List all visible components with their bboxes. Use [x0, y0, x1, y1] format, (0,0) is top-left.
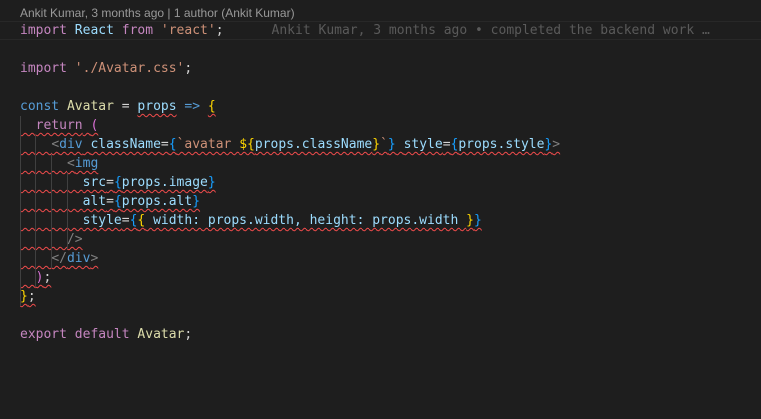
indent-guide: [67, 173, 68, 249]
jsx-brace-open: {: [113, 175, 122, 190]
paren-open: (: [90, 118, 99, 133]
tag-bracket: </: [51, 251, 67, 266]
expr-props-classname: props.className: [254, 137, 373, 152]
jsx-brace-open: {: [168, 137, 177, 152]
inline-blame-annotation[interactable]: Ankit Kumar, 3 months ago • completed th…: [272, 23, 710, 38]
code-line-5: const Avatar = props => {: [20, 97, 761, 116]
string-avatar-css: './Avatar.css': [74, 61, 185, 76]
attr-style: style: [403, 137, 443, 152]
semicolon: ;: [215, 23, 224, 38]
codelens-blame-header[interactable]: Ankit Kumar, 3 months ago | 1 author (An…: [20, 6, 295, 20]
attr-equals: =: [160, 137, 169, 152]
code-line-13: </div>: [20, 249, 761, 268]
jsx-brace-close: }: [207, 175, 216, 190]
code-line-8: <img: [20, 154, 761, 173]
indent-guide: [35, 135, 36, 287]
interpolation-open: ${: [239, 137, 255, 152]
keyword-from: from: [121, 23, 154, 38]
object-brace-close: }: [466, 213, 474, 228]
identifier-react: React: [74, 23, 114, 38]
keyword-return: return: [35, 118, 83, 133]
jsx-brace-close: }: [387, 137, 396, 152]
indent-guide: [51, 154, 52, 268]
code-line-12: />: [20, 230, 761, 249]
attr-equals: =: [106, 194, 114, 209]
attr-classname: className: [90, 137, 161, 152]
semicolon: ;: [184, 61, 193, 76]
arrow-operator: =>: [184, 99, 201, 114]
code-line-10: alt={props.alt}: [20, 192, 761, 211]
code-line-15: };: [20, 287, 761, 306]
jsx-brace-close: }: [473, 213, 482, 228]
code-line-1: import React from 'react'; Ankit Kumar, 3…: [0, 21, 761, 40]
string-react: 'react': [160, 23, 216, 38]
attr-alt: alt: [82, 194, 107, 209]
code-line-9: src={props.image}: [20, 173, 761, 192]
semicolon: ;: [43, 270, 52, 285]
tag-div-close: div: [66, 251, 91, 266]
expr-props-style: props.style: [458, 137, 545, 152]
keyword-export: export: [20, 327, 67, 342]
style-object-content: width: props.width, height: props.width: [145, 213, 467, 228]
interpolation-close: }: [372, 137, 381, 152]
tag-div: div: [59, 137, 83, 152]
param-props: props: [137, 99, 177, 114]
jsx-brace-open: {: [113, 194, 122, 209]
template-string: `avatar: [176, 137, 240, 152]
self-closing-tag: />: [66, 232, 83, 247]
code-line-11: style={{ width: props.width, height: pro…: [20, 211, 761, 230]
jsx-brace-close: }: [192, 194, 201, 209]
identifier-avatar: Avatar: [66, 99, 114, 114]
expr-props-alt: props.alt: [121, 194, 193, 209]
tag-bracket: >: [90, 251, 99, 266]
identifier-avatar: Avatar: [137, 327, 185, 342]
keyword-default: default: [74, 327, 130, 342]
expr-props-image: props.image: [121, 175, 208, 190]
attr-src: src: [82, 175, 107, 190]
semicolon: ;: [27, 289, 36, 304]
tag-bracket: >: [552, 137, 561, 152]
code-line-7: <div className={`avatar ${props.classNam…: [20, 135, 761, 154]
template-string-end: `: [380, 137, 388, 152]
keyword-import: import: [20, 61, 67, 76]
brace-close: }: [20, 289, 28, 304]
tag-bracket: <: [66, 156, 75, 171]
code-editor[interactable]: import React from 'react'; Ankit Kumar, 3…: [0, 21, 761, 344]
code-line-14: );: [20, 268, 761, 287]
operator-equals: =: [121, 99, 130, 114]
code-line-6: return (: [20, 116, 761, 135]
brace-open: {: [207, 99, 216, 114]
tag-bracket: <: [51, 137, 60, 152]
code-line-3: import './Avatar.css';: [20, 59, 761, 78]
tag-img: img: [74, 156, 99, 171]
keyword-const: const: [20, 99, 60, 114]
attr-equals: =: [442, 137, 451, 152]
code-line-17: export default Avatar;: [20, 325, 761, 344]
attr-equals: =: [121, 213, 130, 228]
attr-equals: =: [106, 175, 114, 190]
keyword-import: import: [20, 23, 67, 38]
attr-style: style: [82, 213, 122, 228]
semicolon: ;: [184, 327, 193, 342]
indent-guide: [20, 116, 21, 306]
